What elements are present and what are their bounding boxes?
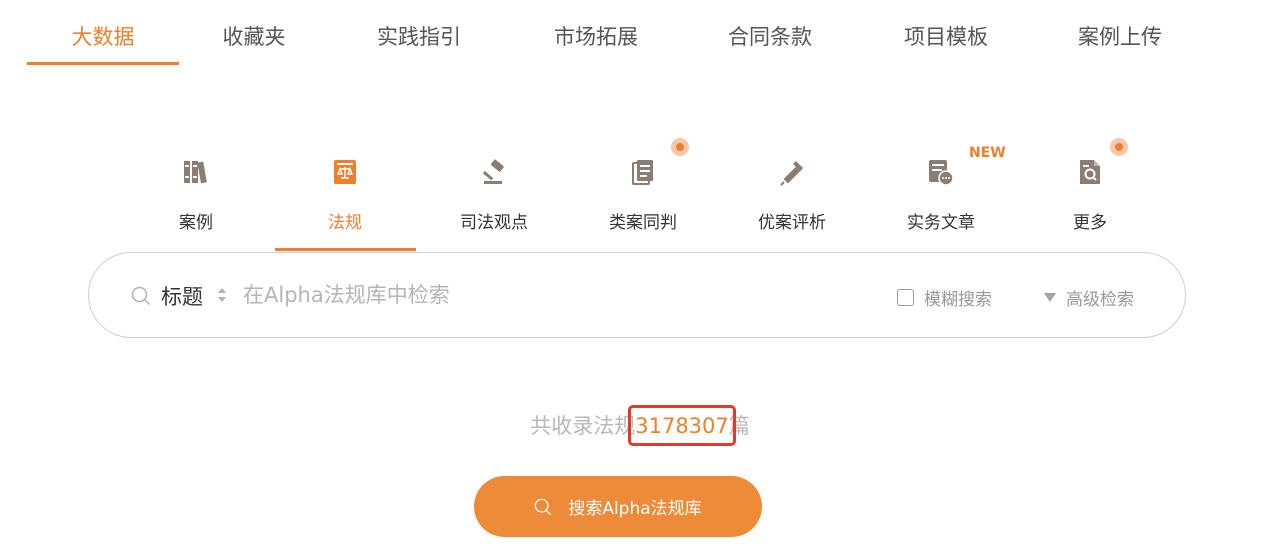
advanced-search-label: 高级检索 <box>1066 290 1134 310</box>
active-category-underline <box>275 248 416 251</box>
category-label: 优案评析 <box>758 213 826 233</box>
tab-favorites[interactable]: 收藏夹 <box>223 22 286 52</box>
document-stack-icon <box>632 160 653 185</box>
search-icon <box>131 286 150 305</box>
count-prefix: 共收录法规 <box>530 414 636 438</box>
category-bar: 案例 法规 司法观点 类案同判 优案评析 实务文章 NEW 更多 <box>0 130 1280 255</box>
gavel-icon <box>482 159 504 184</box>
fuzzy-search-label: 模糊搜索 <box>924 290 992 310</box>
new-badge: NEW <box>969 145 1006 161</box>
category-regulations[interactable]: 法规 <box>285 130 405 250</box>
tab-case-upload[interactable]: 案例上传 <box>1078 22 1162 52</box>
search-alpha-regulations-button[interactable]: 搜索Alpha法规库 <box>474 476 762 537</box>
category-label: 实务文章 <box>907 213 975 233</box>
category-case-reviews[interactable]: 优案评析 <box>732 130 852 250</box>
notification-dot <box>671 138 689 156</box>
search-bar: 标题 模糊搜索 高级检索 <box>88 252 1186 338</box>
article-chat-icon <box>929 160 954 186</box>
tab-project-templates[interactable]: 项目模板 <box>904 22 988 52</box>
count-value: 3178307 <box>635 414 729 438</box>
tab-market-expansion[interactable]: 市场拓展 <box>554 22 638 52</box>
tab-big-data[interactable]: 大数据 <box>72 22 135 52</box>
pen-icon <box>780 161 803 186</box>
search-field-selector[interactable]: 标题 <box>161 281 203 311</box>
category-label: 类案同判 <box>609 213 677 233</box>
notification-dot <box>1110 138 1128 156</box>
tab-practice-guide[interactable]: 实践指引 <box>377 22 461 52</box>
category-judicial-views[interactable]: 司法观点 <box>434 130 554 250</box>
books-icon <box>184 161 207 184</box>
search-document-icon <box>1080 160 1100 184</box>
sort-arrows-icon[interactable] <box>217 286 227 304</box>
caret-down-icon <box>1044 293 1056 302</box>
advanced-search-toggle[interactable]: 高级检索 <box>1044 285 1134 310</box>
category-cases[interactable]: 案例 <box>136 130 256 250</box>
law-book-icon <box>334 160 356 184</box>
top-nav: 大数据 收藏夹 实践指引 市场拓展 合同条款 项目模板 案例上传 <box>0 0 1280 70</box>
category-practice-articles[interactable]: 实务文章 NEW <box>881 130 1006 250</box>
category-label: 司法观点 <box>460 213 528 233</box>
search-input[interactable] <box>243 277 843 313</box>
search-icon <box>535 498 552 515</box>
category-label: 法规 <box>328 213 362 233</box>
category-similar-cases[interactable]: 类案同判 <box>583 130 703 250</box>
category-label: 更多 <box>1073 213 1107 233</box>
category-label: 案例 <box>179 213 213 233</box>
category-more[interactable]: 更多 <box>1030 130 1150 250</box>
button-label: 搜索Alpha法规库 <box>568 499 702 519</box>
fuzzy-search-toggle[interactable]: 模糊搜索 <box>897 285 992 310</box>
active-tab-underline <box>27 62 179 65</box>
tab-contract-clauses[interactable]: 合同条款 <box>728 22 812 52</box>
fuzzy-search-checkbox[interactable] <box>897 289 914 306</box>
regulation-count: 共收录法规3178307篇 <box>0 410 1280 440</box>
